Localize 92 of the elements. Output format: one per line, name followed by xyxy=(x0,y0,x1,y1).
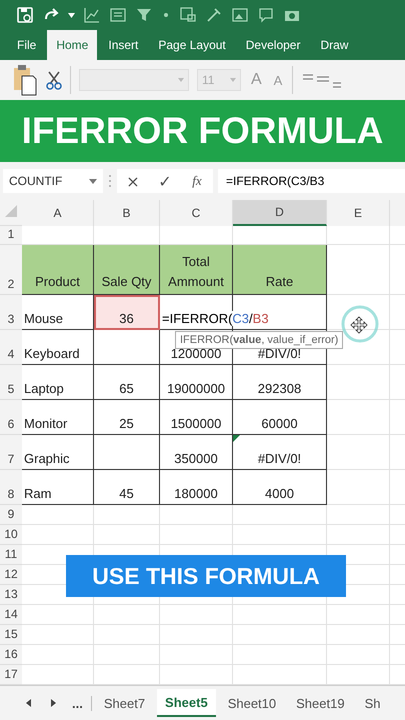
chart-icon[interactable] xyxy=(83,6,101,24)
empty-cell xyxy=(327,605,390,625)
empty-cell xyxy=(327,505,390,525)
column-header[interactable]: A xyxy=(22,200,94,226)
table-cell: 65 xyxy=(119,381,134,396)
empty-cell xyxy=(94,645,160,665)
table-cell: 1200000 xyxy=(170,346,222,361)
ribbon-tab[interactable]: File xyxy=(8,30,46,60)
cell-formula[interactable]: =IFERROR(C3/B3 xyxy=(162,311,269,326)
empty-cell xyxy=(327,400,390,435)
caret-icon xyxy=(230,78,236,82)
sheet-tab[interactable]: Sheet19 xyxy=(288,689,353,717)
cancel-button[interactable]: × xyxy=(117,170,149,192)
image-icon[interactable] xyxy=(231,6,249,24)
row-header[interactable]: 4 xyxy=(8,347,14,361)
table-cell: Keyboard xyxy=(24,346,80,361)
column-header[interactable]: E xyxy=(327,200,390,226)
font-name-field[interactable] xyxy=(79,69,189,91)
table-cell: 36 xyxy=(119,311,134,326)
table-cell: Ram xyxy=(24,486,52,501)
table-cell: Mouse xyxy=(24,311,64,326)
empty-cell xyxy=(327,625,390,645)
empty-cell xyxy=(94,625,160,645)
table-header-cell: Rate xyxy=(233,245,327,295)
move-cursor-icon xyxy=(350,316,368,334)
column-header[interactable]: D xyxy=(233,200,327,226)
empty-cell xyxy=(327,365,390,400)
caret-icon xyxy=(89,178,97,184)
column-header[interactable]: B xyxy=(94,200,160,226)
row-header[interactable]: 5 xyxy=(8,382,14,396)
ribbon-tab[interactable]: Draw xyxy=(311,30,358,60)
caret-icon xyxy=(178,78,184,82)
empty-cell xyxy=(327,226,390,245)
form-icon[interactable] xyxy=(109,6,127,24)
caret-icon[interactable] xyxy=(68,12,75,18)
next-sheet-icon[interactable] xyxy=(48,698,58,708)
previous-sheet-icon[interactable] xyxy=(24,698,34,708)
insert-function-button[interactable]: fx xyxy=(181,172,213,190)
ribbon-tab[interactable]: Home xyxy=(47,30,98,60)
row-header[interactable]: 2 xyxy=(8,277,14,291)
empty-cell xyxy=(94,505,160,525)
filter-icon[interactable] xyxy=(135,6,153,24)
ribbon-tab[interactable]: Page Layout xyxy=(149,30,235,60)
row-header[interactable]: 6 xyxy=(8,417,14,431)
paste-icon[interactable] xyxy=(12,64,38,96)
table-cell: Monitor xyxy=(24,416,68,431)
empty-cell xyxy=(94,605,160,625)
row-header[interactable]: 3 xyxy=(8,312,14,326)
table-cell: 4000 xyxy=(265,486,294,501)
sheet-tab[interactable]: Sheet7 xyxy=(96,689,154,717)
ribbon-tab[interactable]: Insert xyxy=(99,30,148,60)
save-sync-icon[interactable] xyxy=(16,6,34,24)
table-cell: Laptop xyxy=(24,381,64,396)
table-cell: 60000 xyxy=(261,416,298,431)
ribbon-tab[interactable]: Developer xyxy=(236,30,310,60)
table-cell: #DIV/0! xyxy=(258,451,302,466)
row-header[interactable]: 8 xyxy=(8,487,14,501)
comment-icon[interactable] xyxy=(257,6,275,24)
empty-cell xyxy=(327,470,390,505)
name-box[interactable]: COUNTIF xyxy=(3,169,103,193)
empty-cell xyxy=(327,525,390,545)
sheet-tab[interactable]: Sheet10 xyxy=(220,689,284,717)
scissors-icon[interactable] xyxy=(46,70,62,90)
table-cell: 25 xyxy=(119,416,134,431)
sheet-tab[interactable]: Sh xyxy=(356,689,388,717)
more-sheets-button[interactable]: ... xyxy=(72,696,92,710)
callout-text: USE THIS FORMULA xyxy=(92,562,320,590)
screen-icon[interactable] xyxy=(179,6,197,24)
table-cell: 45 xyxy=(119,486,134,501)
row-header[interactable]: 7 xyxy=(8,452,14,466)
align-icon[interactable] xyxy=(301,72,342,88)
table-cell: 180000 xyxy=(174,486,218,501)
grip-icon xyxy=(108,174,112,188)
function-tooltip: IFERROR(value, value_if_error) xyxy=(175,331,344,349)
table-cell: 19000000 xyxy=(167,381,225,396)
table-cell: 350000 xyxy=(174,451,218,466)
table-header-cell: Sale Qty xyxy=(94,245,160,295)
error-indicator-icon[interactable] xyxy=(233,435,240,442)
brush-icon[interactable] xyxy=(205,6,223,24)
formula-field[interactable]: =IFERROR(C3/B3 xyxy=(218,169,405,193)
empty-cell xyxy=(327,645,390,665)
empty-cell xyxy=(327,435,390,470)
enter-button[interactable]: ✓ xyxy=(149,170,181,192)
table-cell: #DIV/0! xyxy=(258,346,302,361)
table-cell: 292308 xyxy=(258,381,302,396)
banner-title: IFERROR FORMULA xyxy=(22,110,384,152)
table-cell: Graphic xyxy=(24,451,70,466)
touch-ring-icon xyxy=(340,304,380,344)
table-header-cell: Product xyxy=(22,245,94,295)
table-header-cell: Total Ammount xyxy=(160,245,233,295)
sheet-tab[interactable]: Sheet5 xyxy=(157,689,216,717)
table-cell: 1500000 xyxy=(170,416,222,431)
